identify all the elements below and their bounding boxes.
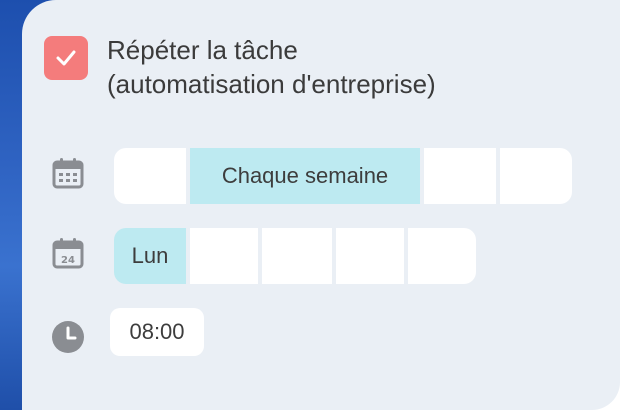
repeat-task-checkbox[interactable] (44, 36, 88, 80)
title-line-2: (automatisation d'entreprise) (107, 69, 436, 99)
checkmark-icon (56, 50, 76, 66)
clock-icon (52, 321, 84, 353)
frequency-option-weekly[interactable]: Chaque semaine (190, 148, 420, 204)
frequency-option-weekly-label: Chaque semaine (221, 163, 389, 188)
frequency-option-1[interactable] (114, 148, 186, 204)
weekday-option-3[interactable] (262, 228, 332, 284)
title-line-1: Répéter la tâche (107, 35, 298, 65)
weekday-option-4[interactable] (336, 228, 404, 284)
calendar-date-number: 24 (61, 255, 75, 266)
frequency-option-4[interactable] (500, 148, 572, 204)
repeat-task-label: Répéter la tâche (automatisation d'entre… (107, 33, 587, 101)
weekday-option-2[interactable] (190, 228, 258, 284)
weekday-option-monday[interactable]: Lun (114, 228, 186, 284)
weekday-option-monday-label: Lun (131, 243, 169, 268)
calendar-date-icon: 24 (52, 238, 84, 269)
weekday-option-5[interactable] (408, 228, 476, 284)
time-input[interactable]: 08:00 (110, 308, 204, 356)
frequency-option-3[interactable] (424, 148, 496, 204)
calendar-icon (52, 158, 84, 189)
